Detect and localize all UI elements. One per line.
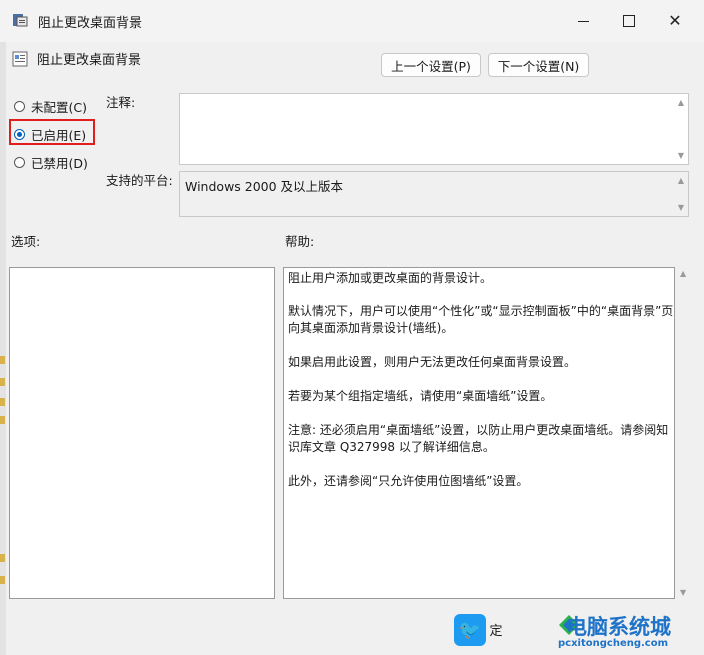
ok-button[interactable]: 定 bbox=[474, 612, 518, 646]
enabled-highlight-box bbox=[9, 119, 95, 145]
help-paragraph: 此外，还请参阅“只允许使用位图墙纸”设置。 bbox=[288, 474, 529, 488]
radio-circle bbox=[14, 101, 25, 112]
help-paragraph: 如果启用此设置，则用户无法更改任何桌面背景设置。 bbox=[288, 355, 577, 369]
previous-setting-button[interactable]: 上一个设置(P) bbox=[381, 53, 481, 77]
help-paragraph: 阻止用户添加或更改桌面的背景设计。 bbox=[288, 271, 493, 285]
scroll-up-icon[interactable]: ▲ bbox=[678, 176, 684, 185]
radio-disabled[interactable]: 已禁用(D) bbox=[14, 153, 88, 172]
close-icon: ✕ bbox=[668, 11, 682, 30]
close-button[interactable]: ✕ bbox=[652, 0, 698, 42]
minimize-button[interactable] bbox=[560, 0, 606, 42]
comment-label: 注释: bbox=[106, 95, 136, 110]
scroll-down-icon[interactable]: ▼ bbox=[678, 151, 684, 160]
policy-icon bbox=[13, 14, 28, 27]
platform-field: Windows 2000 及以上版本 ▲ ▼ bbox=[179, 171, 689, 217]
radio-label: 已禁用(D) bbox=[31, 156, 88, 171]
background-window-strip bbox=[0, 42, 6, 655]
policy-setting-icon bbox=[12, 51, 28, 67]
watermark-text: 电脑系统城 bbox=[566, 615, 671, 639]
minimize-icon bbox=[577, 20, 589, 22]
maximize-icon bbox=[623, 15, 635, 27]
comment-textarea[interactable]: ▲ ▼ bbox=[179, 93, 689, 165]
help-panel: 阻止用户添加或更改桌面的背景设计。 默认情况下，用户可以使用“个性化”或“显示控… bbox=[283, 267, 675, 599]
help-paragraph: 若要为某个组指定墙纸，请使用“桌面墙纸”设置。 bbox=[288, 389, 553, 403]
radio-label: 未配置(C) bbox=[31, 100, 87, 115]
window-title: 阻止更改桌面背景 bbox=[38, 16, 143, 31]
options-label: 选项: bbox=[11, 234, 41, 249]
scroll-down-icon[interactable]: ▼ bbox=[680, 588, 686, 597]
policy-name: 阻止更改桌面背景 bbox=[37, 53, 142, 68]
scroll-up-icon[interactable]: ▲ bbox=[678, 98, 684, 107]
maximize-button[interactable] bbox=[606, 0, 652, 42]
help-label: 帮助: bbox=[285, 234, 315, 249]
platform-value: Windows 2000 及以上版本 bbox=[185, 179, 344, 194]
next-setting-button[interactable]: 下一个设置(N) bbox=[488, 53, 589, 77]
options-panel bbox=[9, 267, 275, 599]
help-paragraph: 注意: 还必须启用“桌面墙纸”设置，以防止用户更改桌面墙纸。请参阅知识库文章 Q… bbox=[288, 423, 669, 454]
scroll-up-icon[interactable]: ▲ bbox=[680, 269, 686, 278]
watermark-url: pcxitongcheng.com bbox=[558, 638, 669, 649]
platform-label: 支持的平台: bbox=[106, 173, 173, 188]
help-paragraph: 默认情况下，用户可以使用“个性化”或“显示控制面板”中的“桌面背景”页向其桌面添… bbox=[288, 304, 674, 335]
title-bar: 阻止更改桌面背景 ✕ bbox=[0, 0, 704, 42]
scroll-down-icon[interactable]: ▼ bbox=[678, 203, 684, 212]
radio-not-configured[interactable]: 未配置(C) bbox=[14, 97, 87, 116]
radio-circle bbox=[14, 157, 25, 168]
help-scrollbar[interactable]: ▲ ▼ bbox=[676, 267, 693, 599]
